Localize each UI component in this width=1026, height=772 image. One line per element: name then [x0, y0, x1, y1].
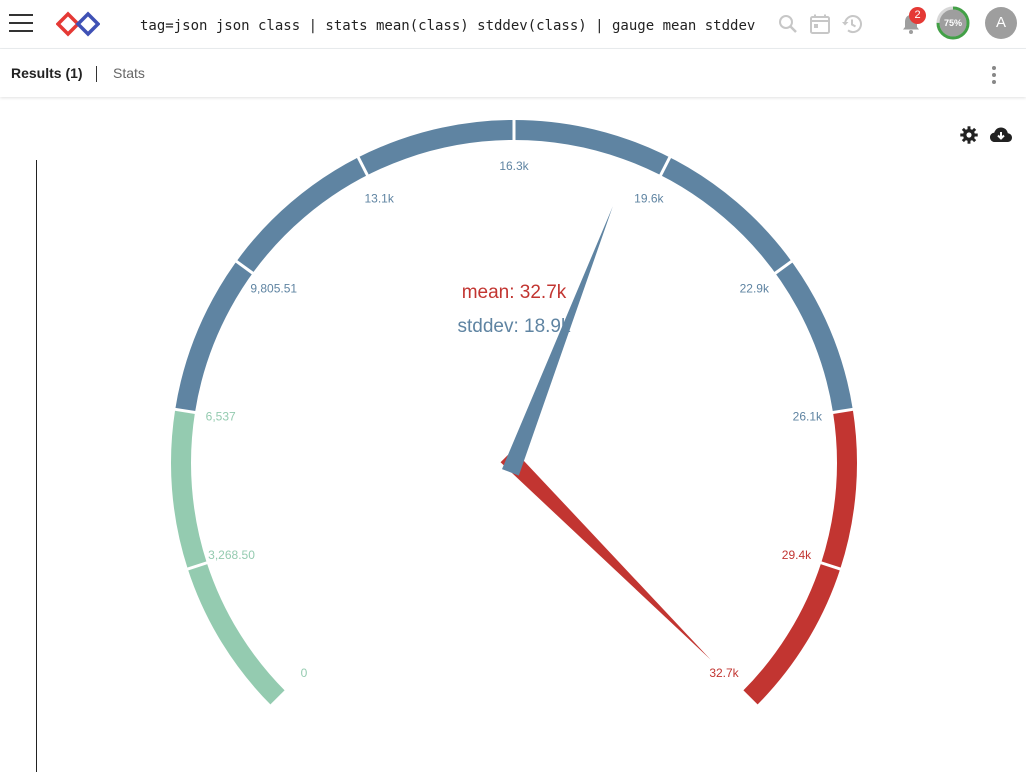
gauge-needle-mean: [500, 449, 711, 660]
gauge-tick-label: 22.9k: [740, 281, 770, 295]
search-icon[interactable]: [776, 12, 800, 36]
gauge-tick-label: 26.1k: [793, 410, 823, 424]
query-text[interactable]: tag=json json class | stats mean(class) …: [140, 16, 760, 36]
tabs-bar: Results (1) Stats: [0, 49, 1026, 97]
gauge-tick-label: 16.3k: [499, 159, 529, 173]
more-options-icon[interactable]: [992, 66, 1002, 86]
avatar[interactable]: A: [985, 7, 1017, 39]
gauge-chart: 0 3,268.50 6,537 9,805.51 13.1k 16.3k 19.6k 22.…: [171, 119, 857, 708]
menu-icon[interactable]: [9, 14, 33, 34]
gauge-tick-label: 6,537: [206, 410, 236, 424]
progress-label: 75%: [943, 18, 962, 28]
gauge-tick-label: 29.4k: [782, 548, 812, 562]
gauge-tick-label: 32.7k: [709, 666, 739, 680]
gauge-needle-stddev: [502, 206, 613, 476]
gauge-tick-label: 9,805.51: [250, 281, 297, 295]
gauge-tick-label: 13.1k: [364, 191, 394, 205]
gauge-tick-label: 19.6k: [634, 191, 664, 205]
logo-icon[interactable]: [56, 11, 100, 37]
notification-badge: 2: [909, 7, 926, 24]
tab-results[interactable]: Results (1): [11, 65, 83, 81]
gauge-tick-label: 0: [301, 666, 308, 680]
gauge-tick-label: 3,268.50: [208, 548, 255, 562]
tab-divider: [96, 66, 97, 82]
tab-stats[interactable]: Stats: [113, 65, 145, 81]
history-icon[interactable]: [840, 12, 864, 36]
gauge-value-label-stddev: stddev: 18.9k: [457, 316, 571, 337]
calendar-icon[interactable]: [808, 12, 832, 36]
top-bar: tag=json json class | stats mean(class) …: [0, 0, 1026, 49]
gauge-value-label-mean: mean: 32.7k: [462, 282, 567, 303]
